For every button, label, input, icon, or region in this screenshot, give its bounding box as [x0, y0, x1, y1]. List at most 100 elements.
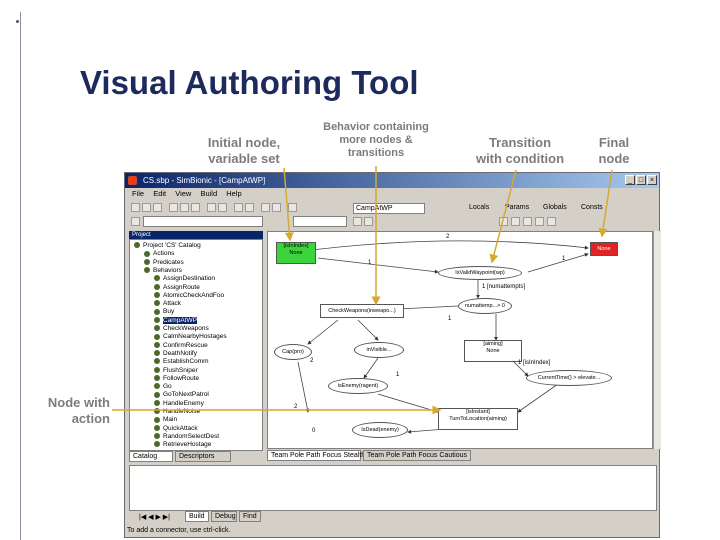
tab-debug[interactable]: Debug [211, 511, 237, 522]
initial-node[interactable]: [isInIndex] None [276, 242, 316, 264]
canvas-vertical-scrollbar[interactable] [653, 231, 661, 449]
behavior-icon [154, 283, 160, 290]
tree-item[interactable]: DeathNotify [154, 350, 197, 358]
behavior-canvas[interactable]: [isInIndex] None None IsValidWaypoint(wp… [267, 231, 653, 449]
tree-item[interactable]: CheckWeapons [154, 325, 209, 333]
tab-descriptors[interactable]: Descriptors [175, 451, 231, 462]
isdead-node[interactable]: IsDead(enemy) [352, 422, 408, 438]
turnto-node[interactable]: [isInstant] TurnToLocation(aiming) [438, 408, 518, 430]
stop-icon[interactable] [364, 217, 373, 226]
behavior-icon [154, 308, 160, 315]
params-tab[interactable]: Params [505, 203, 529, 213]
cut-icon[interactable] [169, 203, 178, 212]
save-icon[interactable] [153, 203, 162, 212]
tree-item[interactable]: GoToNextPatrol [154, 391, 209, 399]
tree-item[interactable]: Main [154, 416, 177, 424]
edge-label: 0 [312, 428, 316, 434]
isvalidwaypoint-node[interactable]: IsValidWaypoint(wp) [438, 266, 522, 280]
aiming-node[interactable]: [aiming] None [464, 340, 522, 362]
behavior-icon [154, 399, 160, 406]
tab-find[interactable]: Find [239, 511, 261, 522]
tree-item[interactable]: CampAtWP [154, 316, 197, 325]
tab-stealth[interactable]: Team Pole Path Focus Stealth [267, 450, 365, 461]
nav-arrows-icon[interactable]: |◀ ◀ ▶ ▶| [139, 513, 170, 521]
edge-currenttime-turnto [517, 383, 559, 413]
menu-help[interactable]: Help [226, 189, 241, 198]
tree-item[interactable]: AssignDestination [154, 275, 215, 283]
tab-build[interactable]: Build [185, 511, 209, 522]
window-titlebar[interactable]: CS.sbp - SimBionic - [CampAtWP] _ □ × [125, 173, 659, 188]
menu-view[interactable]: View [175, 189, 191, 198]
copy-icon[interactable] [180, 203, 189, 212]
tree-item[interactable]: FollowRoute [154, 375, 199, 383]
tree-item[interactable]: Project 'CS' Catalog [134, 242, 201, 250]
tree-item[interactable]: AtomicCheckAndFoo [154, 292, 224, 300]
zoom-icon[interactable] [261, 203, 270, 212]
tree-item[interactable]: HandleNoise [154, 408, 200, 416]
checkweapons-node[interactable]: CheckWeapons(inweapo...) [320, 304, 404, 318]
tree-item[interactable]: ConfirmRescue [154, 342, 208, 350]
final-node[interactable]: None [590, 242, 618, 256]
connector-icon[interactable] [511, 217, 520, 226]
minimize-icon[interactable]: _ [625, 175, 635, 185]
menu-file[interactable]: File [132, 189, 144, 198]
tree-item-label: RetrieveHostage [163, 441, 212, 449]
behavior-icon [154, 350, 160, 357]
edge-label: 1 [368, 260, 372, 266]
tree-item-label: FollowRoute [163, 374, 200, 382]
tree-item[interactable]: HandleEnemy [154, 400, 204, 408]
debug-icon[interactable] [131, 217, 140, 226]
rect-tool-icon[interactable] [523, 217, 532, 226]
tree-item[interactable]: Attack [154, 300, 181, 308]
run-icon[interactable] [245, 203, 254, 212]
paste-icon[interactable] [191, 203, 200, 212]
tree-item[interactable]: EstablishComm [154, 358, 209, 366]
menu-edit[interactable]: Edit [153, 189, 166, 198]
redo-icon[interactable] [218, 203, 227, 212]
tree-item[interactable]: Actions [144, 250, 174, 258]
tab-cautious[interactable]: Team Pole Path Focus Cautious [363, 450, 471, 461]
tree-item-label: AssignRoute [163, 283, 200, 291]
currenttime-node[interactable]: CurrentTime() > elevate... [526, 370, 612, 386]
tree-item[interactable]: CalmNearbyHostages [154, 333, 227, 341]
numattempts-node[interactable]: numattemp...> 0 [458, 298, 512, 314]
open-icon[interactable] [142, 203, 151, 212]
behavior-combo[interactable] [143, 216, 263, 227]
globals-tab[interactable]: Globals [543, 203, 567, 213]
output-panel[interactable] [129, 465, 657, 511]
tree-item[interactable]: FlushSniper [154, 367, 198, 375]
edge-invisible-isenemy [363, 357, 379, 379]
tree-item[interactable]: RetrieveHostage [154, 441, 211, 449]
node-combo[interactable] [293, 216, 347, 227]
consts-tab[interactable]: Consts [581, 203, 603, 213]
tree-item[interactable]: Predicates [144, 259, 184, 267]
cap-node[interactable]: Cap(pro) [274, 344, 312, 360]
folder-icon [144, 258, 150, 265]
tree-item[interactable]: AssignRoute [154, 284, 200, 292]
tree-item[interactable]: Go [154, 383, 172, 391]
isenemy-node[interactable]: isEnemy(ragent) [328, 378, 388, 394]
tree-item[interactable]: Buy [154, 308, 174, 316]
select-icon[interactable] [288, 203, 297, 212]
tree-item[interactable]: QuickAttack [154, 425, 198, 433]
menu-build[interactable]: Build [200, 189, 217, 198]
ellipse-tool-icon[interactable] [535, 217, 544, 226]
tab-catalog[interactable]: Catalog [129, 451, 173, 462]
build-icon[interactable] [234, 203, 243, 212]
invisible-node[interactable]: inVisible... [354, 342, 404, 358]
grid-icon[interactable] [272, 203, 281, 212]
check-icon[interactable] [353, 217, 362, 226]
locals-tab[interactable]: Locals [469, 203, 489, 213]
pointer-icon[interactable] [499, 217, 508, 226]
undo-icon[interactable] [207, 203, 216, 212]
text-tool-icon[interactable] [547, 217, 556, 226]
behavior-name-combo[interactable]: CampAtWP [353, 203, 425, 214]
tree-item-label: DeathNotify [163, 349, 197, 357]
tree-item[interactable]: RandomSelectDest [154, 433, 219, 441]
tree-item[interactable]: Behaviors [144, 267, 182, 275]
maximize-icon[interactable]: □ [636, 175, 646, 185]
close-icon[interactable]: × [647, 175, 657, 185]
new-icon[interactable] [131, 203, 140, 212]
project-tree: Project 'CS' Catalog Actions Predicates Beh… [129, 239, 263, 451]
edge-label: 1 [isInIndex] [518, 360, 551, 366]
